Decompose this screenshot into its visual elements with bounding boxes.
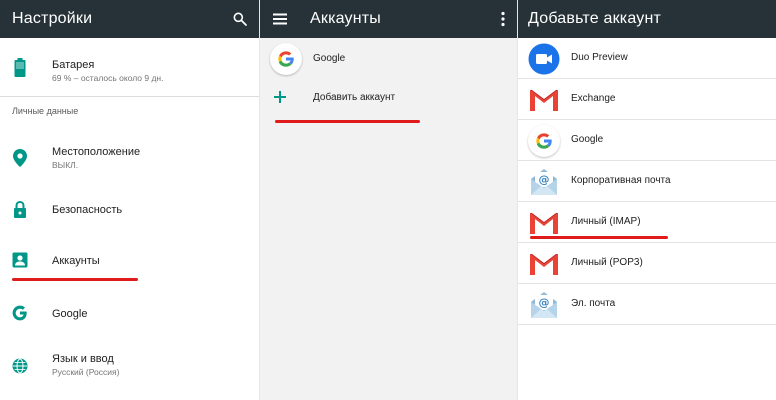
language-title: Язык и ввод [52, 353, 114, 365]
personal-imap-label: Личный (IMAP) [571, 216, 641, 227]
settings-item-security[interactable]: Безопасность [0, 186, 259, 234]
location-pin-icon [10, 148, 30, 168]
google-label: Google [571, 134, 604, 145]
plus-icon [273, 90, 287, 104]
duo-icon [528, 43, 560, 75]
divider [0, 96, 259, 97]
account-item-google[interactable]: Google [260, 38, 517, 78]
overflow-menu-button[interactable] [489, 0, 517, 38]
email-envelope-icon: @ [528, 289, 560, 321]
highlight-underline-accounts [12, 278, 138, 281]
add-account-label: Добавить аккаунт [313, 92, 396, 103]
add-account-app-bar: Добавьте аккаунт [518, 0, 776, 38]
accounts-title: Аккаунты [310, 10, 382, 27]
account-type-corporate-mail[interactable]: @ Корпоративная почта [518, 161, 776, 202]
account-type-exchange[interactable]: Exchange [518, 79, 776, 120]
account-type-google[interactable]: Google [518, 120, 776, 161]
search-button[interactable] [226, 0, 254, 38]
account-type-email[interactable]: @ Эл. почта [518, 284, 776, 325]
menu-button[interactable] [266, 0, 294, 38]
battery-title: Батарея [52, 59, 95, 71]
add-account-button[interactable]: Добавить аккаунт [260, 80, 517, 114]
battery-subtitle: 69 % – осталось около 9 дн. [52, 73, 164, 83]
duo-preview-label: Duo Preview [571, 52, 628, 63]
highlight-underline-imap [530, 236, 668, 239]
section-header-personal: Личные данные [12, 106, 79, 116]
settings-item-accounts[interactable]: Аккаунты [0, 236, 259, 284]
add-account-title: Добавьте аккаунт [528, 10, 662, 27]
svg-text:@: @ [539, 173, 550, 186]
accounts-panel: Аккаунты Google Добавить аккаунт [260, 0, 517, 400]
email-envelope-icon: @ [528, 166, 560, 198]
exchange-label: Exchange [571, 93, 616, 104]
settings-item-battery[interactable]: Батарея 69 % – осталось около 9 дн. [0, 38, 259, 96]
google-title: Google [52, 308, 88, 320]
location-title: Местоположение [52, 146, 141, 158]
highlight-underline-add-account [275, 120, 420, 123]
gmail-icon [528, 84, 560, 116]
lock-icon [10, 200, 30, 220]
corporate-mail-label: Корпоративная почта [571, 175, 671, 186]
settings-item-google[interactable]: Google [0, 290, 259, 336]
svg-text:@: @ [539, 296, 550, 309]
settings-item-location[interactable]: Местоположение ВЫКЛ. [0, 130, 259, 186]
accounts-app-bar: Аккаунты [260, 0, 517, 38]
add-account-panel: Добавьте аккаунт Duo Preview Exchange Go… [518, 0, 776, 400]
language-subtitle: Русский (Россия) [52, 367, 120, 377]
account-box-icon [10, 250, 30, 270]
globe-icon [10, 356, 30, 376]
email-label: Эл. почта [571, 298, 616, 309]
accounts-title: Аккаунты [52, 255, 100, 267]
settings-app-bar: Настройки [0, 0, 259, 38]
battery-icon [10, 58, 30, 78]
settings-panel: Настройки Батарея 69 % – осталось около … [0, 0, 259, 400]
google-g-icon [10, 303, 30, 323]
location-subtitle: ВЫКЛ. [52, 160, 79, 170]
search-icon [233, 12, 247, 26]
gmail-icon [528, 248, 560, 280]
settings-item-language[interactable]: Язык и ввод Русский (Россия) [0, 340, 259, 392]
account-type-personal-pop3[interactable]: Личный (POP3) [518, 243, 776, 284]
personal-pop3-label: Личный (POP3) [571, 257, 643, 268]
settings-title: Настройки [12, 10, 93, 27]
security-title: Безопасность [52, 204, 123, 216]
account-google-label: Google [313, 53, 346, 64]
gmail-icon [528, 207, 560, 239]
more-vert-icon [501, 11, 505, 27]
account-type-duo-preview[interactable]: Duo Preview [518, 38, 776, 79]
hamburger-menu-icon [273, 13, 287, 25]
google-g-icon [270, 43, 302, 75]
google-g-icon [528, 125, 560, 157]
